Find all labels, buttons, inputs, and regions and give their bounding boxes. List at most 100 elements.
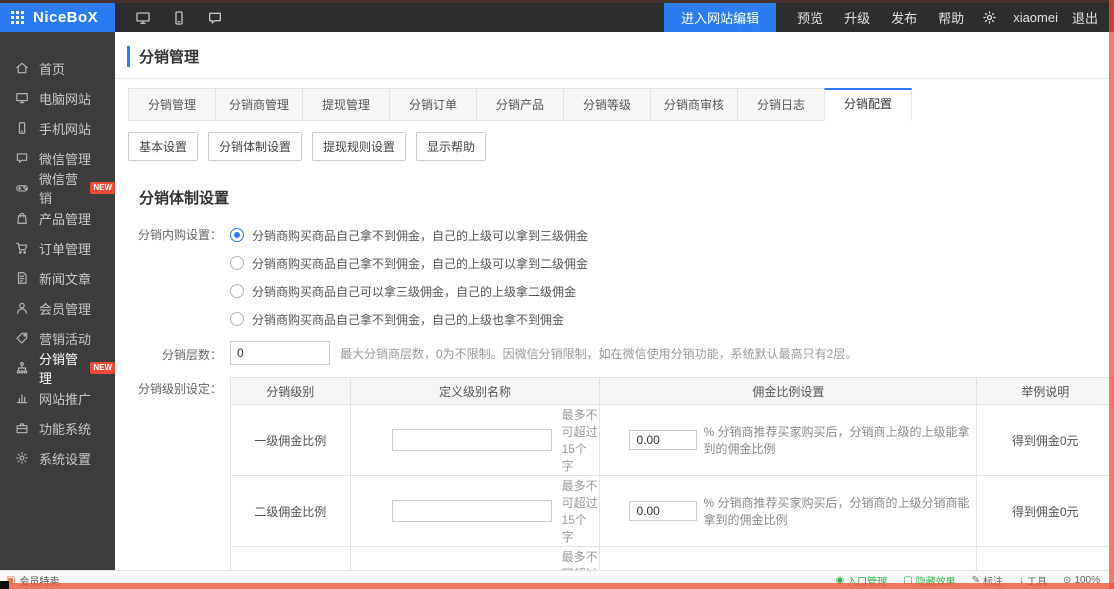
tag-icon [15, 331, 29, 345]
table-row: 二级佣金比例最多不可超过15个字% 分销商推荐买家购买后，分销商的上级分销商能拿… [231, 476, 1114, 547]
commission-rate-input[interactable] [629, 501, 697, 521]
top-menu-item[interactable]: 帮助 [938, 8, 964, 27]
tab-分销管理[interactable]: 分销管理 [128, 88, 216, 121]
sidebar-item-system-settings[interactable]: 系统设置 [0, 443, 115, 473]
commission-rate-input[interactable] [629, 430, 697, 450]
radio-label: 分销商购买商品自己拿不到佣金，自己的上级可以拿到三级佣金 [252, 227, 588, 244]
radio-button[interactable] [230, 256, 244, 270]
main-content: 分销管理 分销管理分销商管理提现管理分销订单分销产品分销等级分销商审核分销日志分… [115, 32, 1114, 576]
capture-border-bottom [0, 583, 1114, 589]
sidebar-item-member-manage[interactable]: 会员管理 [0, 293, 115, 323]
apps-grid-icon[interactable] [11, 11, 24, 24]
logo-area[interactable]: NiceBoX [0, 3, 115, 32]
gear-icon [15, 451, 29, 465]
sidebar-item-label: 会员管理 [39, 299, 91, 318]
level-cell: 一级佣金比例 [231, 405, 351, 476]
internal-purchase-option[interactable]: 分销商购买商品自己可以拿三级佣金，自己的上级拿二级佣金 [230, 277, 588, 305]
sidebar-item-home[interactable]: 首页 [0, 53, 115, 83]
sidebar-item-label: 分销管理 [39, 349, 78, 387]
person-icon [15, 301, 29, 315]
table-header-level: 分销级别 [231, 378, 351, 405]
rate-description: % 分销商推荐买家购买后，分销商的上级分销商能拿到的佣金比例 [703, 494, 975, 528]
level-name-input[interactable] [392, 500, 552, 522]
table-header-rate: 佣金比例设置 [600, 378, 977, 405]
sidebar-item-wechat-marketing[interactable]: 微信营销NEW [0, 173, 115, 203]
level-table-label: 分销级别设定： [127, 375, 222, 397]
sidebar-item-label: 微信管理 [39, 149, 91, 168]
page-header: 分销管理 [115, 32, 1114, 79]
sidebar-item-label: 网站推广 [39, 389, 91, 408]
logout-link[interactable]: 退出 [1072, 8, 1098, 27]
tab-bar: 分销管理分销商管理提现管理分销订单分销产品分销等级分销商审核分销日志分销配置 [128, 88, 1114, 121]
sidebar-item-product-manage[interactable]: 产品管理 [0, 203, 115, 233]
topbar-right: 进入网站编辑 预览 升级 发布 帮助 xiaomei 退出 [664, 3, 1114, 32]
table-header-example: 举例说明 [977, 378, 1114, 405]
top-menu: 预览 升级 发布 帮助 [776, 8, 964, 27]
top-menu-item[interactable]: 发布 [891, 8, 917, 27]
tab-分销产品[interactable]: 分销产品 [476, 88, 564, 121]
internal-purchase-option[interactable]: 分销商购买商品自己拿不到佣金，自己的上级可以拿到二级佣金 [230, 249, 588, 277]
rate-description: % 分销商推荐买家购买后，分销商上级的上级能拿到的佣金比例 [703, 423, 975, 457]
table-header-name: 定义级别名称 [350, 378, 600, 405]
bag-icon [15, 211, 29, 225]
gamepad-icon [15, 181, 29, 195]
monitor-icon [15, 91, 29, 105]
internal-purchase-option[interactable]: 分销商购买商品自己拿不到佣金，自己的上级也拿不到佣金 [230, 305, 588, 333]
sidebar-item-label: 订单管理 [39, 239, 91, 258]
top-menu-item[interactable]: 预览 [797, 8, 823, 27]
enter-site-editor-button[interactable]: 进入网站编辑 [664, 3, 776, 32]
tab-分销商管理[interactable]: 分销商管理 [215, 88, 303, 121]
device-switcher [135, 3, 223, 32]
tab-提现管理[interactable]: 提现管理 [302, 88, 390, 121]
username-label[interactable]: xiaomei [1013, 10, 1058, 25]
cart-icon [15, 241, 29, 255]
tab-分销配置[interactable]: 分销配置 [824, 88, 912, 121]
settings-gear-icon[interactable] [982, 10, 997, 25]
top-menu-item[interactable]: 升级 [844, 8, 870, 27]
subtab-分销体制设置[interactable]: 分销体制设置 [208, 132, 302, 161]
tab-分销商审核[interactable]: 分销商审核 [650, 88, 738, 121]
chat-icon[interactable] [207, 10, 223, 26]
subtab-基本设置[interactable]: 基本设置 [128, 132, 198, 161]
org-icon [15, 361, 29, 375]
chat-icon [15, 151, 29, 165]
radio-button[interactable] [230, 284, 244, 298]
levels-label: 分销层数： [127, 341, 222, 363]
radio-button[interactable] [230, 228, 244, 242]
monitor-icon[interactable] [135, 10, 151, 26]
level-name-hint: 最多不可超过15个字 [562, 406, 599, 474]
sidebar-item-label: 产品管理 [39, 209, 91, 228]
capture-border-right [1109, 0, 1114, 589]
radio-button[interactable] [230, 312, 244, 326]
sidebar-item-label: 功能系统 [39, 419, 91, 438]
home-icon [15, 61, 29, 75]
sidebar-item-pc-site[interactable]: 电脑网站 [0, 83, 115, 113]
level-name-hint: 最多不可超过15个字 [562, 477, 599, 545]
sidebar-item-distribution-manage[interactable]: 分销管理NEW [0, 353, 115, 383]
topbar: NiceBoX 进入网站编辑 预览 升级 发布 帮助 xiaomei 退出 [0, 0, 1114, 32]
subtab-bar: 基本设置分销体制设置提现规则设置显示帮助 [128, 132, 1114, 161]
sidebar-item-label: 手机网站 [39, 119, 91, 138]
levels-input[interactable] [230, 341, 330, 365]
section-heading-system: 分销体制设置 [139, 187, 1114, 208]
commission-level-table: 分销级别定义级别名称佣金比例设置举例说明 一级佣金比例最多不可超过15个字% 分… [230, 377, 1114, 576]
tab-分销日志[interactable]: 分销日志 [737, 88, 825, 121]
internal-purchase-option[interactable]: 分销商购买商品自己拿不到佣金，自己的上级可以拿到三级佣金 [230, 221, 588, 249]
tab-分销等级[interactable]: 分销等级 [563, 88, 651, 121]
sidebar-item-mobile-site[interactable]: 手机网站 [0, 113, 115, 143]
radio-label: 分销商购买商品自己拿不到佣金，自己的上级也拿不到佣金 [252, 311, 564, 328]
phone-icon[interactable] [171, 10, 187, 26]
corner-marker [0, 581, 9, 589]
level-name-input[interactable] [392, 429, 552, 451]
subtab-显示帮助[interactable]: 显示帮助 [416, 132, 486, 161]
internal-purchase-label: 分销内购设置： [127, 221, 222, 243]
tab-分销订单[interactable]: 分销订单 [389, 88, 477, 121]
sidebar-item-site-promotion[interactable]: 网站推广 [0, 383, 115, 413]
radio-label: 分销商购买商品自己可以拿三级佣金，自己的上级拿二级佣金 [252, 283, 576, 300]
sidebar-item-news-articles[interactable]: 新闻文章 [0, 263, 115, 293]
sidebar-item-label: 微信营销 [39, 169, 78, 207]
sidebar-item-order-manage[interactable]: 订单管理 [0, 233, 115, 263]
subtab-提现规则设置[interactable]: 提现规则设置 [312, 132, 406, 161]
sidebar-item-function-system[interactable]: 功能系统 [0, 413, 115, 443]
briefcase-icon [15, 421, 29, 435]
